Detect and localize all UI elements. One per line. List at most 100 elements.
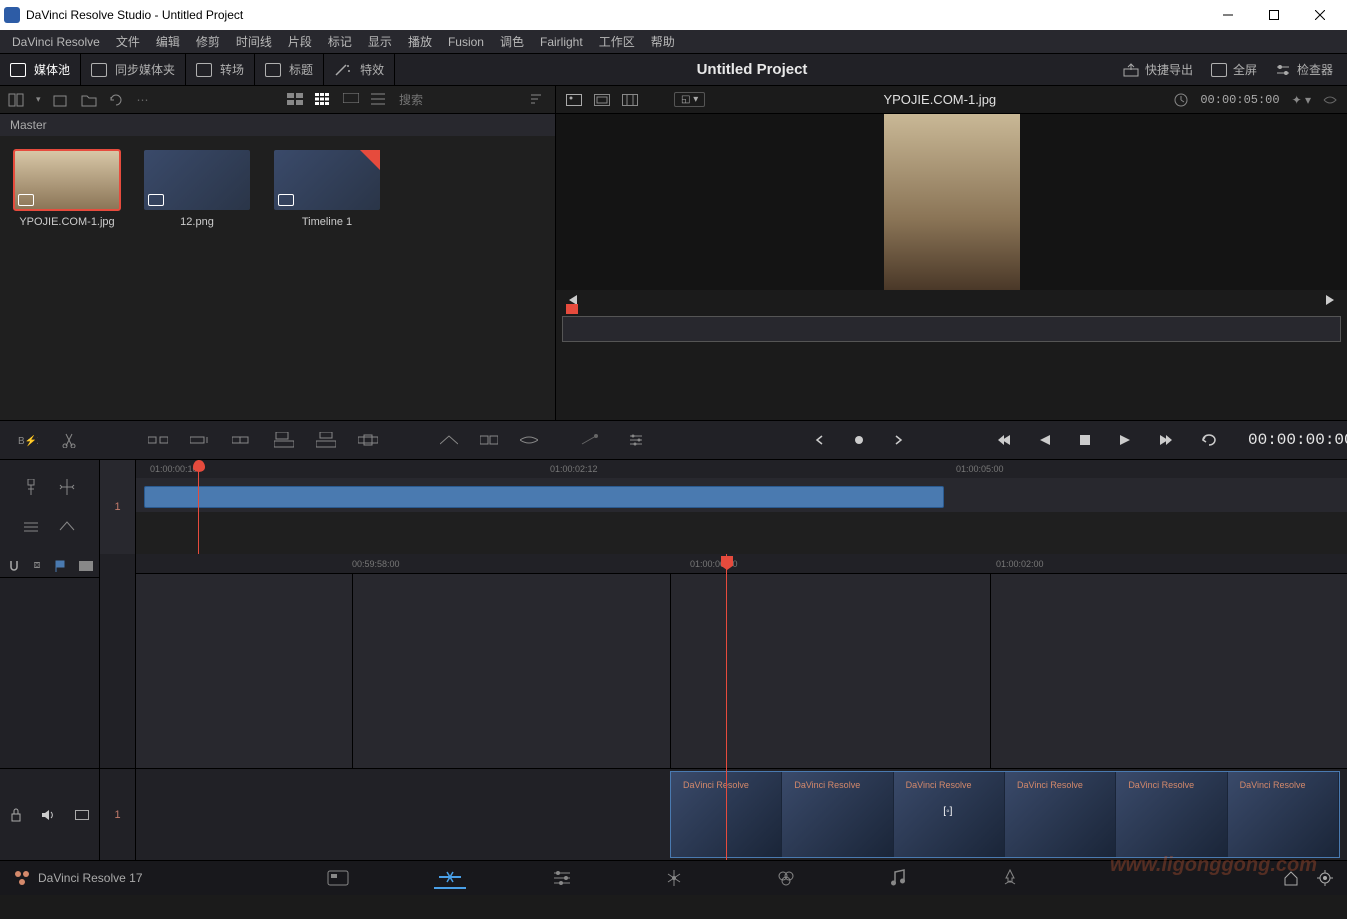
timeline-mode-icon[interactable] [580, 434, 598, 446]
safe-area-icon[interactable] [594, 94, 610, 106]
sync-icon[interactable] [109, 93, 125, 107]
import-icon[interactable] [53, 93, 69, 107]
fullscreen-button[interactable]: 全屏 [1211, 61, 1257, 78]
timeline-timecode[interactable]: 00:00:00:00 [1248, 431, 1347, 449]
stop-button[interactable] [1078, 433, 1092, 447]
syncbin-toggle[interactable]: 同步媒体夹 [81, 54, 186, 85]
import-folder-icon[interactable] [81, 93, 97, 107]
audio-clip[interactable]: DaVinci ResolveDaVinci ResolveDaVinci Re… [670, 771, 1340, 858]
fairlight-page-button[interactable] [882, 867, 914, 889]
append-icon[interactable] [190, 432, 210, 448]
marker-icon[interactable]: ⧈ [34, 559, 41, 572]
upper-timeline-canvas[interactable]: 01:00:00:1001:00:02:1201:00:05:00 [136, 460, 1347, 554]
menu-item[interactable]: 工作区 [591, 33, 643, 50]
menu-item[interactable]: 显示 [360, 33, 400, 50]
strip-view-icon[interactable] [343, 93, 359, 107]
bin-view-icon[interactable] [8, 93, 24, 107]
play-reverse-button[interactable] [1038, 433, 1052, 447]
video-track-icon[interactable] [75, 810, 89, 820]
audio-track-header[interactable]: 1 [100, 768, 135, 860]
play-button[interactable] [1118, 433, 1132, 447]
maximize-button[interactable] [1251, 0, 1297, 30]
chevron-down-icon[interactable]: ▾ [36, 94, 41, 105]
bypass-icon[interactable] [1323, 94, 1337, 106]
menu-item[interactable]: 文件 [108, 33, 148, 50]
menu-item[interactable]: Fairlight [532, 35, 591, 49]
menu-item[interactable]: 片段 [280, 33, 320, 50]
video-trim-icon[interactable] [58, 520, 78, 536]
dissolve-icon[interactable] [440, 432, 458, 448]
go-first-button[interactable] [996, 433, 1012, 447]
mute-track-icon[interactable] [41, 809, 55, 821]
split-clip-icon[interactable] [60, 432, 78, 448]
quick-export-button[interactable]: 快捷导出 [1123, 61, 1193, 78]
lock-track-icon[interactable] [10, 808, 22, 822]
grid-overlay-icon[interactable] [622, 94, 638, 106]
last-frame-button[interactable] [1325, 293, 1339, 307]
cut-page-button[interactable] [434, 867, 466, 889]
source-overwrite-icon[interactable] [358, 432, 378, 448]
timeline-clip[interactable] [144, 486, 944, 508]
deliver-page-button[interactable] [994, 867, 1026, 889]
list-view-icon[interactable] [371, 93, 387, 107]
free-playhead-icon[interactable] [58, 479, 78, 495]
sort-icon[interactable] [531, 93, 547, 107]
go-last-button[interactable] [1158, 433, 1174, 447]
inspector-toggle[interactable]: 检查器 [1275, 61, 1333, 78]
snap-icon[interactable] [7, 559, 21, 573]
project-settings-button[interactable] [1317, 870, 1333, 886]
tools-dropdown-icon[interactable]: ✦ ▾ [1292, 93, 1311, 107]
minimize-button[interactable] [1205, 0, 1251, 30]
smooth-cut-icon[interactable] [520, 432, 538, 448]
menu-item[interactable]: 修剪 [188, 33, 228, 50]
flag-icon[interactable] [54, 560, 66, 572]
media-page-button[interactable] [322, 867, 354, 889]
zoom-dropdown[interactable]: ◱ ▾ [674, 92, 705, 107]
search-input[interactable] [399, 93, 519, 107]
loop-button[interactable] [1200, 432, 1218, 448]
clip-item[interactable]: YPOJIE.COM-1.jpg [14, 150, 120, 228]
resolve-fx-icon[interactable]: ⋯ [137, 93, 153, 107]
ripple-overwrite-icon[interactable] [232, 432, 252, 448]
viewer-canvas[interactable] [556, 114, 1347, 290]
view-options-icon[interactable] [79, 561, 93, 571]
boring-detector-icon[interactable]: B⚡Z [18, 432, 38, 448]
viewer-scrubber[interactable] [556, 310, 1347, 344]
menu-item[interactable]: 编辑 [148, 33, 188, 50]
transitions-toggle[interactable]: 转场 [186, 54, 255, 85]
color-page-button[interactable] [770, 867, 802, 889]
fusion-page-button[interactable] [658, 867, 690, 889]
audio-trim-icon[interactable] [22, 520, 42, 536]
smart-insert-icon[interactable] [148, 432, 168, 448]
main-playhead[interactable] [726, 554, 727, 860]
record-button[interactable] [854, 435, 864, 445]
titles-toggle[interactable]: 标题 [255, 54, 324, 85]
menu-item[interactable]: 帮助 [643, 33, 683, 50]
bin-path[interactable]: Master [0, 114, 555, 136]
next-edit-button[interactable] [890, 433, 904, 447]
timeline-options-icon[interactable] [628, 433, 644, 447]
clip-item[interactable]: Timeline 1 [274, 150, 380, 228]
home-button[interactable] [1283, 870, 1299, 886]
main-timeline-canvas[interactable]: 00:59:58:0001:00:00:0001:00:02:00 DaVinc… [136, 554, 1347, 860]
menu-item[interactable]: DaVinci Resolve [4, 35, 108, 49]
menu-item[interactable]: Fusion [440, 35, 492, 49]
edit-page-button[interactable] [546, 867, 578, 889]
image-mode-icon[interactable] [566, 94, 582, 106]
scrub-playhead[interactable] [566, 304, 578, 314]
metadata-view-icon[interactable] [287, 93, 303, 107]
menu-item[interactable]: 播放 [400, 33, 440, 50]
close-up-icon[interactable] [274, 432, 294, 448]
thumbnail-view-icon[interactable] [315, 93, 331, 107]
menu-item[interactable]: 调色 [492, 33, 532, 50]
prev-edit-button[interactable] [814, 433, 828, 447]
mediapool-toggle[interactable]: 媒体池 [0, 54, 81, 85]
menu-item[interactable]: 时间线 [228, 33, 280, 50]
lock-playhead-icon[interactable] [22, 479, 42, 495]
audio-track-a1[interactable]: DaVinci ResolveDaVinci ResolveDaVinci Re… [136, 768, 1347, 860]
menu-item[interactable]: 标记 [320, 33, 360, 50]
cut-icon[interactable] [480, 432, 498, 448]
place-on-top-icon[interactable] [316, 432, 336, 448]
clip-item[interactable]: 12.png [144, 150, 250, 228]
track-header-v1[interactable]: 1 [100, 460, 136, 554]
